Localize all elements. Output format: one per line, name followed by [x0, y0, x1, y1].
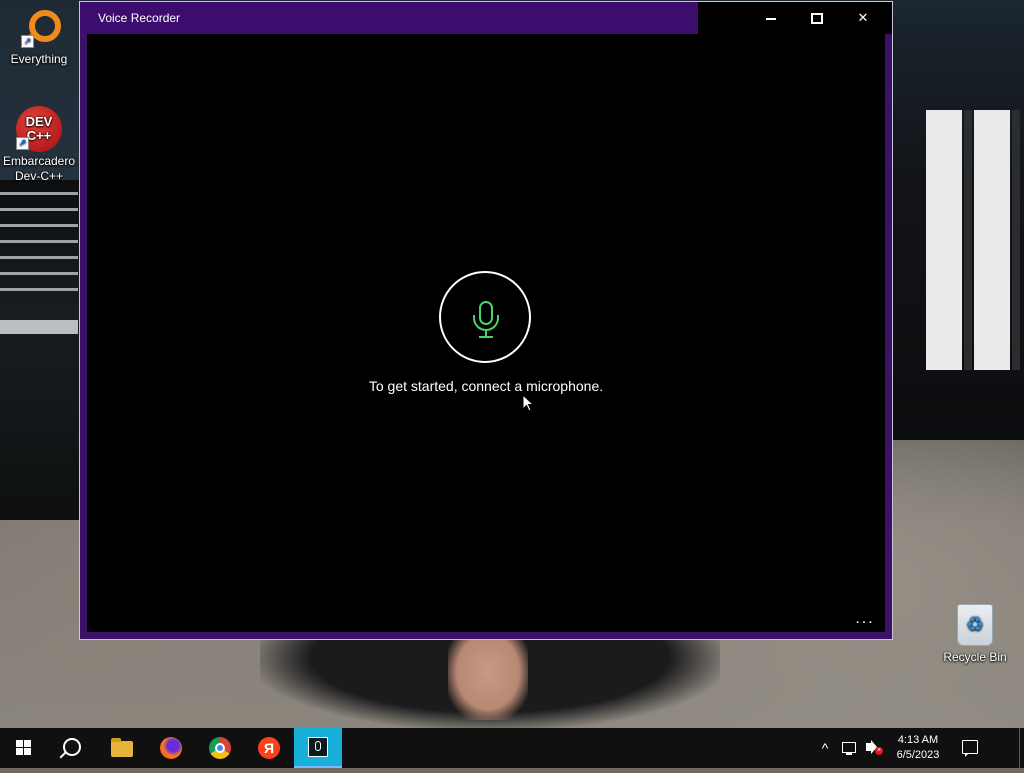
close-icon: ✕ [857, 10, 869, 25]
notification-icon [962, 740, 978, 757]
desktop-icon-everything[interactable]: ↗ Everything [0, 8, 78, 67]
wallpaper-hands [448, 640, 528, 720]
recycle-bin-icon: ♻ [957, 604, 993, 646]
firefox-icon [160, 737, 182, 759]
network-icon [842, 742, 856, 755]
everything-app-icon: ↗ [19, 8, 61, 49]
taskbar-file-explorer[interactable] [98, 728, 146, 768]
title-bar[interactable]: Voice Recorder ✕ [80, 2, 892, 34]
more-options-button[interactable]: ... [851, 611, 879, 628]
desktop-icon-devcpp[interactable]: DEV C++ ↗ Embarcadero Dev-C++ [0, 106, 78, 184]
voice-recorder-window: Voice Recorder ✕ To get started, connect… [79, 1, 893, 640]
network-button[interactable] [838, 728, 860, 768]
windows-logo-icon [16, 740, 32, 756]
taskbar-yandex[interactable]: Я [245, 728, 293, 768]
connect-microphone-message: To get started, connect a microphone. [368, 378, 604, 394]
close-button[interactable]: ✕ [840, 2, 886, 34]
action-center-button[interactable] [952, 728, 986, 768]
taskbar-chrome[interactable] [196, 728, 244, 768]
microphone-icon-cup [473, 315, 499, 331]
desktop-icon-recycle-bin[interactable]: ♻ Recycle Bin [936, 604, 1014, 665]
speaker-muted-icon [866, 740, 877, 754]
desktop-icon-label: Everything [10, 52, 68, 66]
shortcut-arrow-icon: ↗ [21, 35, 34, 48]
shortcut-arrow-icon: ↗ [16, 137, 29, 150]
clock-date: 6/5/2023 [896, 749, 940, 761]
taskbar-firefox[interactable] [147, 728, 195, 768]
maximize-button[interactable] [794, 2, 840, 34]
muted-badge-icon: × [875, 747, 883, 755]
mouse-cursor-icon [522, 394, 535, 412]
start-button[interactable] [0, 728, 48, 768]
voice-recorder-icon [308, 737, 328, 757]
recorder-content: To get started, connect a microphone. ..… [87, 34, 885, 632]
devcpp-logo-text: DEV C++ [25, 114, 53, 143]
search-icon [63, 738, 81, 756]
show-desktop-button[interactable] [1019, 728, 1020, 768]
window-title: Voice Recorder [98, 11, 181, 25]
folder-icon [111, 738, 133, 757]
clock-button[interactable]: 4:13 AM 6/5/2023 [886, 728, 950, 773]
record-button[interactable] [439, 271, 531, 363]
minimize-button[interactable] [748, 2, 794, 34]
yandex-icon: Я [258, 737, 280, 759]
maximize-icon [811, 13, 823, 25]
desktop-icon-label: Embarcadero Dev-C++ [2, 154, 76, 183]
wallpaper-truck-right [892, 0, 1024, 440]
clock-time: 4:13 AM [897, 734, 939, 746]
devcpp-app-icon: DEV C++ ↗ [16, 106, 62, 152]
microphone-icon-base [479, 336, 493, 338]
taskbar-voice-recorder[interactable] [294, 728, 342, 768]
taskbar: Я ^ × 4:13 AM 6/5/2023 [0, 728, 1024, 768]
minimize-icon [766, 17, 776, 20]
chrome-icon [209, 737, 231, 759]
show-hidden-icons-button[interactable]: ^ [814, 728, 836, 768]
volume-button[interactable]: × [862, 728, 884, 768]
desktop-icon-label: Recycle Bin [943, 650, 1007, 664]
wallpaper-truck-left [0, 180, 80, 520]
search-button[interactable] [48, 728, 96, 768]
